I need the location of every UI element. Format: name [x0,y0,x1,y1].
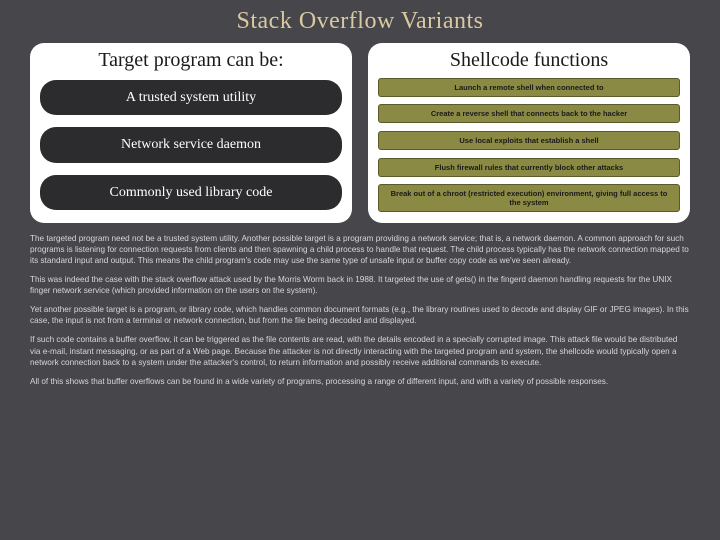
body-paragraph: The targeted program need not be a trust… [30,233,690,266]
shellcode-item: Break out of a chroot (restricted execut… [378,184,680,212]
shellcode-items: Launch a remote shell when connected to … [378,77,680,213]
shellcode-item: Flush firewall rules that currently bloc… [378,158,680,177]
target-items: A trusted system utility Network service… [40,77,342,213]
slide-title: Stack Overflow Variants [30,8,690,35]
shellcode-heading: Shellcode functions [378,49,680,71]
shellcode-item: Use local exploits that establish a shel… [378,131,680,150]
target-item: Network service daemon [40,127,342,162]
target-heading: Target program can be: [40,49,342,71]
shellcode-item: Launch a remote shell when connected to [378,78,680,97]
body-paragraph: This was indeed the case with the stack … [30,274,690,296]
target-item: A trusted system utility [40,80,342,115]
panels-row: Target program can be: A trusted system … [30,43,690,223]
target-panel: Target program can be: A trusted system … [30,43,352,223]
shellcode-panel: Shellcode functions Launch a remote shel… [368,43,690,223]
body-paragraph: Yet another possible target is a program… [30,304,690,326]
target-item: Commonly used library code [40,175,342,210]
shellcode-item: Create a reverse shell that connects bac… [378,104,680,123]
body-paragraph: All of this shows that buffer overflows … [30,376,690,387]
body-paragraph: If such code contains a buffer overflow,… [30,334,690,367]
